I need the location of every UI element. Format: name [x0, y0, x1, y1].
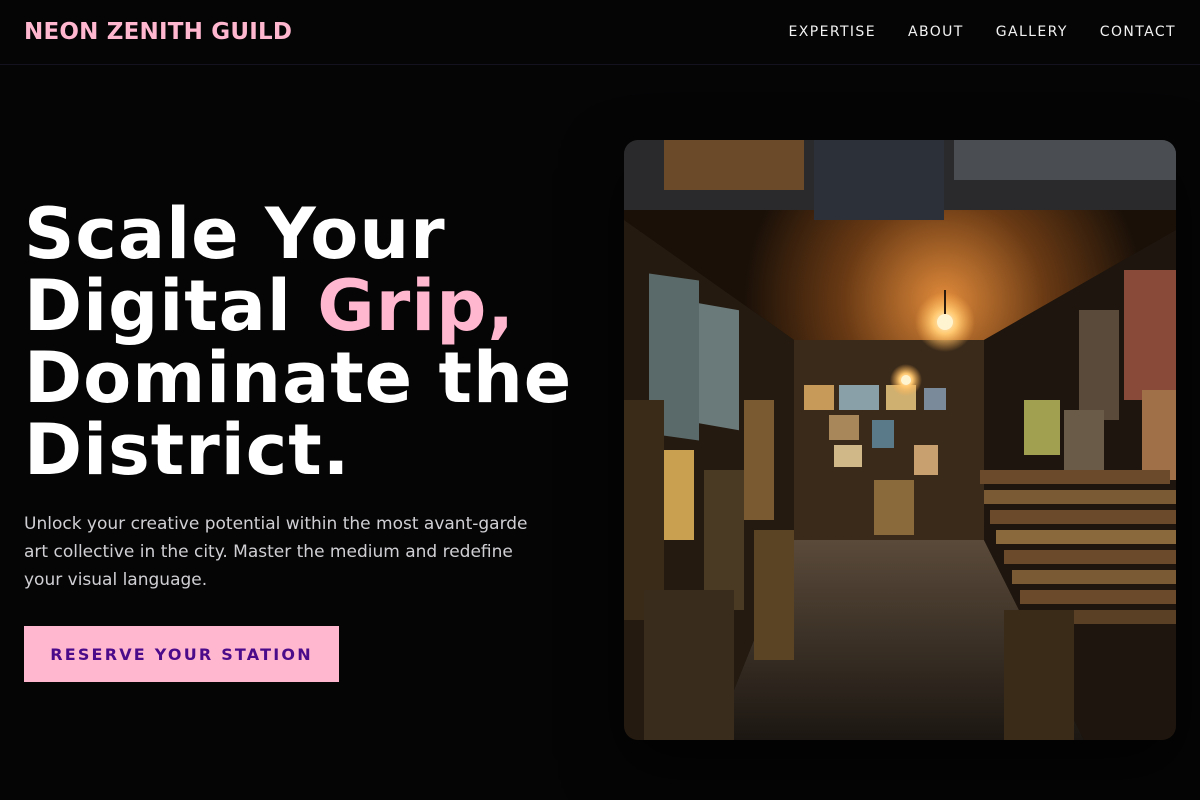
hero-headline: Scale Your Digital Grip, Dominate the Di… — [24, 198, 604, 486]
nav-links: EXPERTISE ABOUT GALLERY CONTACT — [789, 24, 1176, 40]
headline-line-2-text: Digital — [24, 265, 318, 347]
nav-link-contact[interactable]: CONTACT — [1100, 24, 1176, 40]
headline-line-4: District. — [24, 409, 351, 491]
headline-line-2: Digital Grip, — [24, 270, 604, 342]
hero-subtitle: Unlock your creative potential within th… — [24, 514, 528, 590]
gallery-photo — [624, 140, 1176, 740]
top-nav: NEON ZENITH GUILD EXPERTISE ABOUT GALLER… — [0, 0, 1200, 65]
brand-logo[interactable]: NEON ZENITH GUILD — [24, 19, 292, 45]
nav-link-gallery[interactable]: GALLERY — [996, 24, 1068, 40]
gallery-photo-illustration — [624, 140, 1176, 740]
nav-link-expertise[interactable]: EXPERTISE — [789, 24, 876, 40]
headline-line-1: Scale Your — [24, 193, 446, 275]
headline-accent-word: Grip, — [317, 265, 515, 347]
nav-link-about[interactable]: ABOUT — [908, 24, 964, 40]
reserve-station-button[interactable]: RESERVE YOUR STATION — [24, 626, 339, 682]
headline-line-3: Dominate the — [24, 337, 573, 419]
